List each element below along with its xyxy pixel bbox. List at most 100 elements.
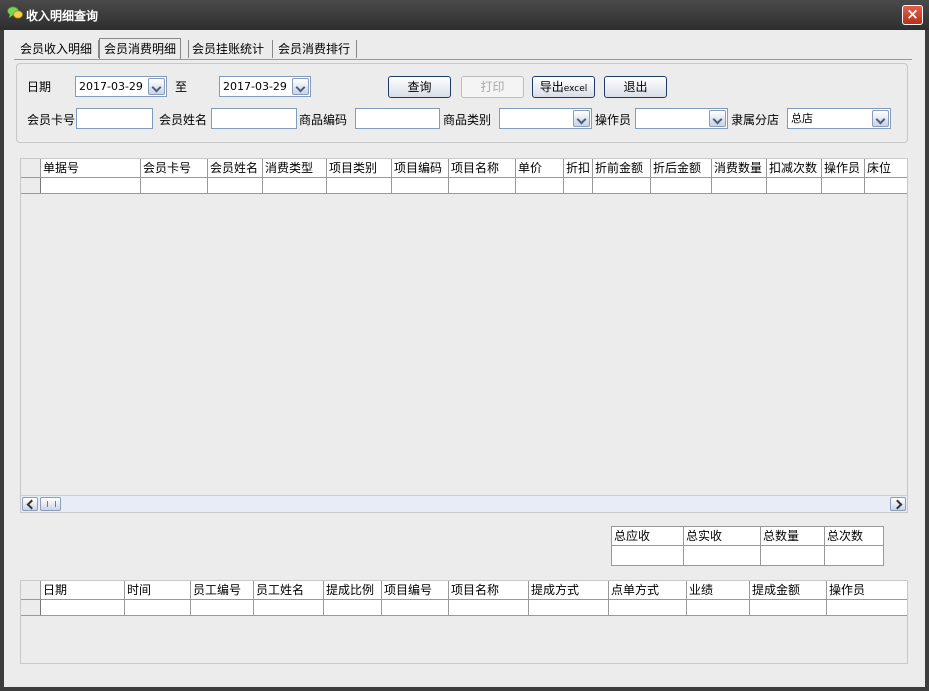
card-no-input[interactable]: [76, 108, 153, 129]
col-header[interactable]: 单价: [516, 159, 564, 177]
tab-member-credit-stats[interactable]: 会员挂账统计: [188, 39, 268, 59]
col-header[interactable]: 项目编号: [382, 581, 449, 599]
col-header[interactable]: 项目名称: [449, 581, 529, 599]
col-header[interactable]: 消费类型: [263, 159, 327, 177]
table-cell[interactable]: [41, 600, 125, 615]
table-cell[interactable]: [254, 600, 324, 615]
chevron-down-icon[interactable]: [709, 110, 726, 127]
tab-member-consumption-ranking[interactable]: 会员消费排行: [274, 39, 354, 59]
date-to-picker[interactable]: 2017-03-29: [219, 76, 311, 97]
table-cell[interactable]: [324, 600, 382, 615]
table-cell[interactable]: [564, 178, 593, 193]
scroll-thumb[interactable]: [40, 497, 61, 511]
operator-select[interactable]: [635, 108, 728, 129]
table-row[interactable]: [21, 178, 907, 194]
table-cell[interactable]: [449, 178, 516, 193]
tab-separator: [272, 40, 273, 58]
col-header[interactable]: 会员姓名: [208, 159, 263, 177]
col-header[interactable]: 操作员: [827, 581, 907, 599]
table-cell[interactable]: [191, 600, 254, 615]
close-button[interactable]: ×: [902, 5, 923, 25]
col-header[interactable]: 项目名称: [449, 159, 516, 177]
product-code-input[interactable]: [355, 108, 440, 129]
total-received-header: 总实收: [684, 527, 761, 546]
chevron-down-icon[interactable]: [292, 78, 309, 95]
product-category-select[interactable]: [499, 108, 592, 129]
window-client-area: 会员收入明细 会员消费明细 会员挂账统计 会员消费排行 日期 2017-03-2…: [4, 30, 925, 687]
title-bar[interactable]: 收入明细查询 ×: [0, 0, 929, 30]
branch-select[interactable]: 总店: [787, 108, 891, 129]
table-cell[interactable]: [712, 178, 767, 193]
table-cell[interactable]: [141, 178, 208, 193]
total-count-value: [825, 546, 883, 565]
consumption-detail-grid[interactable]: 单据号 会员卡号 会员姓名 消费类型 项目类别 项目编码 项目名称 单价 折扣 …: [20, 158, 908, 513]
member-name-input[interactable]: [211, 108, 297, 129]
scroll-left-icon[interactable]: [22, 497, 38, 511]
table-cell[interactable]: [392, 178, 449, 193]
table-row[interactable]: [21, 600, 907, 616]
col-header[interactable]: 扣减次数: [767, 159, 822, 177]
export-excel-button[interactable]: 导出excel: [532, 76, 595, 98]
product-code-label: 商品编码: [299, 113, 348, 127]
table-cell[interactable]: [449, 600, 529, 615]
query-button[interactable]: 查询: [388, 76, 451, 98]
col-header[interactable]: 会员卡号: [141, 159, 208, 177]
col-header[interactable]: 项目类别: [327, 159, 392, 177]
chevron-down-icon[interactable]: [148, 78, 165, 95]
col-header[interactable]: 折后金额: [651, 159, 712, 177]
col-header[interactable]: 提成比例: [324, 581, 382, 599]
exit-button[interactable]: 退出: [604, 76, 667, 98]
commission-detail-grid[interactable]: 日期 时间 员工编号 员工姓名 提成比例 项目编号 项目名称 提成方式 点单方式…: [20, 580, 908, 664]
col-header[interactable]: 折扣: [564, 159, 593, 177]
grid-header: 日期 时间 员工编号 员工姓名 提成比例 项目编号 项目名称 提成方式 点单方式…: [21, 581, 907, 600]
table-cell[interactable]: [208, 178, 263, 193]
scroll-right-icon[interactable]: [890, 497, 906, 511]
table-cell[interactable]: [609, 600, 687, 615]
col-header[interactable]: 点单方式: [609, 581, 687, 599]
table-cell[interactable]: [687, 600, 750, 615]
table-cell[interactable]: [382, 600, 449, 615]
date-from-picker[interactable]: 2017-03-29: [75, 76, 167, 97]
chevron-down-icon[interactable]: [573, 110, 590, 127]
table-cell[interactable]: [750, 600, 827, 615]
chevron-down-icon[interactable]: [872, 110, 889, 127]
col-header[interactable]: 单据号: [41, 159, 141, 177]
export-label-prefix: 导出: [539, 80, 564, 94]
tab-separator: [356, 40, 357, 58]
export-label-suffix: excel: [563, 84, 588, 94]
table-cell[interactable]: [827, 600, 907, 615]
row-selector[interactable]: [21, 600, 41, 615]
total-received-value: [684, 546, 761, 565]
date-from-value: 2017-03-29: [79, 80, 143, 93]
table-cell[interactable]: [865, 178, 907, 193]
col-header[interactable]: 折前金额: [593, 159, 651, 177]
col-header[interactable]: 操作员: [822, 159, 865, 177]
col-header[interactable]: 业绩: [687, 581, 750, 599]
tab-member-consumption-detail[interactable]: 会员消费明细: [99, 38, 182, 60]
table-cell[interactable]: [593, 178, 651, 193]
col-header[interactable]: 员工编号: [191, 581, 254, 599]
card-no-label: 会员卡号: [27, 113, 76, 127]
total-quantity-value: [761, 546, 825, 565]
tab-member-income-detail[interactable]: 会员收入明细: [16, 39, 96, 59]
col-header[interactable]: 项目编码: [392, 159, 449, 177]
col-header[interactable]: 员工姓名: [254, 581, 324, 599]
col-header[interactable]: 时间: [125, 581, 191, 599]
table-cell[interactable]: [651, 178, 712, 193]
table-cell[interactable]: [327, 178, 392, 193]
table-cell[interactable]: [529, 600, 609, 615]
table-cell[interactable]: [263, 178, 327, 193]
col-header[interactable]: 提成方式: [529, 581, 609, 599]
horizontal-scrollbar[interactable]: [21, 495, 907, 512]
print-button[interactable]: 打印: [461, 76, 524, 98]
table-cell[interactable]: [516, 178, 564, 193]
col-header[interactable]: 床位: [865, 159, 907, 177]
table-cell[interactable]: [125, 600, 191, 615]
col-header[interactable]: 提成金额: [750, 581, 827, 599]
table-cell[interactable]: [767, 178, 822, 193]
col-header[interactable]: 日期: [41, 581, 125, 599]
table-cell[interactable]: [822, 178, 865, 193]
col-header[interactable]: 消费数量: [712, 159, 767, 177]
table-cell[interactable]: [41, 178, 141, 193]
row-selector[interactable]: [21, 178, 41, 193]
